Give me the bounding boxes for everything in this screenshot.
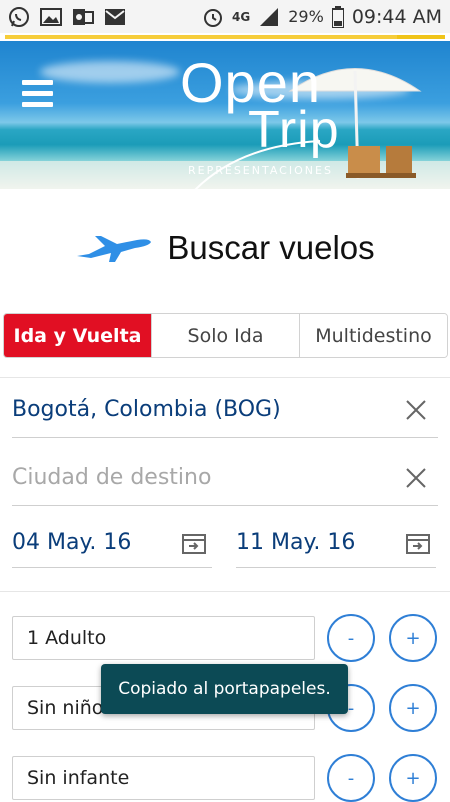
outlook-icon <box>72 7 94 27</box>
clock: 09:44 AM <box>351 5 442 28</box>
whatsapp-icon <box>8 6 30 27</box>
logo-text-trip: Trip <box>248 101 340 159</box>
destination-input[interactable] <box>12 457 392 498</box>
infants-minus-button[interactable]: - <box>327 754 375 802</box>
origin-input[interactable] <box>12 389 392 430</box>
trip-type-tabs: Ida y Vuelta Solo Ida Multidestino <box>3 313 448 358</box>
toast-message: Copiado al portapapeles. <box>101 664 348 714</box>
origin-field <box>12 382 438 438</box>
adults-plus-button[interactable]: + <box>389 614 437 662</box>
mail-icon <box>104 7 126 27</box>
calendar-depart-icon[interactable] <box>182 532 206 554</box>
tab-multi-destination[interactable]: Multidestino <box>300 314 447 357</box>
infants-plus-button[interactable]: + <box>389 754 437 802</box>
adults-minus-button[interactable]: - <box>327 614 375 662</box>
children-plus-button[interactable]: + <box>389 684 437 732</box>
alarm-icon <box>202 7 224 27</box>
airplane-icon <box>77 236 152 262</box>
signal-icon <box>258 7 280 27</box>
page-title: Buscar vuelos <box>167 229 375 266</box>
adults-row: 1 Adulto - + <box>12 614 438 662</box>
battery-percent: 29% <box>288 7 324 26</box>
clear-origin-icon[interactable] <box>404 398 428 422</box>
network-type: 4G <box>232 9 251 24</box>
loading-progress-bar <box>0 33 450 41</box>
tab-one-way[interactable]: Solo Ida <box>152 314 300 357</box>
adults-select[interactable]: 1 Adulto <box>12 616 315 660</box>
infants-select[interactable]: Sin infante <box>12 756 315 800</box>
depart-date-value: 04 May. 16 <box>12 530 132 555</box>
clear-destination-icon[interactable] <box>404 466 428 490</box>
status-bar: 4G 29% 09:44 AM <box>0 0 450 33</box>
page-header: Buscar vuelos <box>0 222 450 274</box>
return-date-field[interactable]: 11 May. 16 <box>236 518 436 568</box>
hamburger-menu-button[interactable] <box>22 80 53 108</box>
battery-icon <box>331 5 344 28</box>
calendar-return-icon[interactable] <box>406 532 430 554</box>
logo-subtitle: REPRESENTACIONES <box>188 164 333 177</box>
gallery-icon <box>40 7 62 27</box>
return-date-value: 11 May. 16 <box>236 530 356 555</box>
depart-date-field[interactable]: 04 May. 16 <box>12 518 212 568</box>
infants-row: Sin infante - + <box>12 754 438 802</box>
destination-field <box>12 450 438 506</box>
tab-round-trip[interactable]: Ida y Vuelta <box>4 314 152 357</box>
